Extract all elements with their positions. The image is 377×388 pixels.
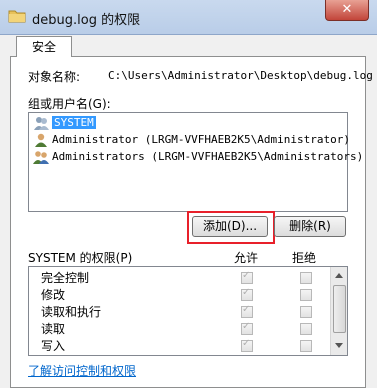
deny-checkbox[interactable] [300,272,312,284]
allow-checkbox[interactable]: ✓ [241,287,253,301]
remove-button[interactable]: 删除(R) [274,216,346,237]
close-button[interactable]: ✕ [325,0,369,21]
permissions-label: SYSTEM 的权限(P) [28,251,133,265]
allow-header: 允许 [234,251,259,265]
scroll-up-icon[interactable] [335,273,343,278]
permissions-table: 完全控制 ✓ 修改 ✓ 读取和执行 ✓ 读取 ✓ 写入 ✓ [28,266,348,356]
permission-row-name: 修改 [41,288,66,302]
allow-checkbox[interactable]: ✓ [241,321,253,335]
list-item-label: SYSTEM [52,116,96,129]
list-item-label: Administrators (LRGM-VVFHAEB2K5\Administ… [52,150,364,163]
check-icon: ✓ [242,287,251,298]
list-item[interactable]: Administrator (LRGM-VVFHAEB2K5\Administr… [33,132,350,148]
groups-label: 组或用户名(G): [28,97,111,111]
deny-checkbox[interactable] [300,323,312,335]
access-control-help-link[interactable]: 了解访问控制和权限 [28,362,136,379]
system-user-icon [34,117,49,130]
check-icon: ✓ [242,304,251,315]
permission-row-name: 写入 [41,339,66,353]
list-item-label: Administrator (LRGM-VVFHAEB2K5\Administr… [52,133,351,146]
list-item[interactable]: SYSTEM [33,115,343,131]
allow-checkbox[interactable]: ✓ [241,304,253,318]
permission-row-name: 完全控制 [41,271,90,285]
folder-icon [8,10,26,23]
deny-checkbox[interactable] [300,340,312,352]
scrollbar-thumb[interactable] [333,285,346,333]
tab-security[interactable]: 安全 [16,36,72,57]
list-item[interactable]: Administrators (LRGM-VVFHAEB2K5\Administ… [33,149,363,165]
permission-row-name: 读取和执行 [41,305,102,319]
allow-checkbox[interactable]: ✓ [241,338,253,352]
object-name-value: C:\Users\Administrator\Desktop\debug.log [108,69,373,82]
window-title: debug.log 的权限 [32,13,141,28]
permissions-scrollbar[interactable] [330,267,347,355]
group-icon [33,151,49,164]
deny-checkbox[interactable] [300,289,312,301]
user-icon [35,133,47,147]
deny-header: 拒绝 [292,251,317,265]
check-icon: ✓ [242,270,251,281]
permission-row-name: 读取 [41,322,66,336]
add-button[interactable]: 添加(D)... [192,216,268,237]
allow-checkbox[interactable]: ✓ [241,270,253,284]
deny-checkbox[interactable] [300,306,312,318]
check-icon: ✓ [242,321,251,332]
title-bar: debug.log 的权限 ✕ [0,0,377,35]
object-name-label: 对象名称: [28,70,81,84]
groups-list[interactable]: SYSTEM Administrator (LRGM-VVFHAEB2K5\Ad… [28,112,363,212]
scroll-down-icon[interactable] [335,343,343,348]
check-icon: ✓ [242,338,251,349]
